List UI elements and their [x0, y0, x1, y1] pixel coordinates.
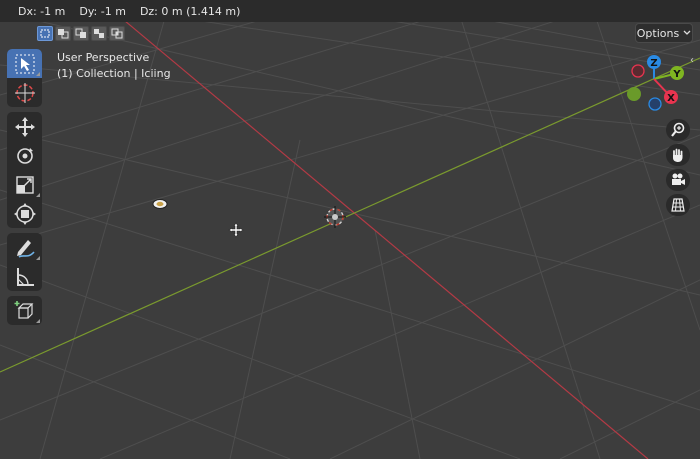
selection-mode-group[interactable]	[37, 26, 125, 41]
select-invert-icon[interactable]	[91, 26, 107, 41]
zoom-icon	[671, 122, 685, 137]
annotate-tool[interactable]	[7, 233, 42, 262]
select-extend-icon[interactable]	[55, 26, 71, 41]
delta-y-readout: Dy: -1 m	[79, 4, 126, 18]
svg-text:X: X	[667, 93, 675, 104]
z-axis-handle[interactable]: Z	[647, 55, 661, 69]
options-dropdown[interactable]: Options	[635, 23, 693, 43]
svg-text:Y: Y	[672, 69, 681, 80]
delta-z-readout: Dz: 0 m (1.414 m)	[139, 4, 241, 18]
transform-header: Dx: -1 m Dy: -1 m Dz: 0 m (1.414 m)	[0, 0, 700, 22]
add-cube-tool[interactable]	[7, 296, 42, 325]
y-axis-handle[interactable]: Y	[670, 66, 684, 80]
3d-cursor-icon[interactable]	[323, 205, 347, 229]
viewport-nav-buttons	[666, 119, 690, 219]
collection-label: (1) Collection | Iciing	[57, 67, 171, 80]
options-label: Options	[636, 26, 680, 40]
chevron-down-icon	[683, 30, 691, 35]
measure-tool[interactable]	[7, 262, 42, 291]
move-cursor-icon	[228, 222, 244, 238]
scale-tool[interactable]	[7, 170, 42, 199]
tool-shelf	[7, 49, 42, 330]
y-axis-line	[0, 57, 700, 373]
select-new-icon[interactable]	[37, 26, 53, 41]
grid-ortho-icon	[671, 198, 685, 212]
select-box-tool[interactable]	[7, 49, 42, 78]
rotate-tool[interactable]	[7, 141, 42, 170]
select-intersect-icon[interactable]	[109, 26, 125, 41]
3d-viewport[interactable]: Dx: -1 m Dy: -1 m Dz: 0 m (1.414 m) Opti…	[0, 0, 700, 459]
move-tool[interactable]	[7, 112, 42, 141]
navigation-gizmo[interactable]: Z Y X	[622, 52, 692, 116]
select-subtract-icon[interactable]	[73, 26, 89, 41]
add-cube-icon	[14, 300, 33, 319]
view-name-label: User Perspective	[57, 51, 150, 64]
hand-pan-icon	[673, 148, 683, 162]
select-box-icon	[15, 54, 34, 73]
neg-x-handle[interactable]	[631, 64, 645, 78]
transform-icon	[13, 202, 36, 225]
scale-icon	[15, 175, 34, 194]
delta-x-readout: Dx: -1 m	[18, 4, 66, 18]
pan-button[interactable]	[666, 144, 690, 166]
x-axis-handle[interactable]: X	[664, 90, 678, 104]
rotate-icon	[16, 147, 33, 164]
transform-tool[interactable]	[7, 199, 42, 228]
neg-z-handle[interactable]	[648, 97, 662, 111]
x-axis-line	[99, 0, 649, 459]
camera-view-button[interactable]	[666, 169, 690, 191]
annotate-icon	[16, 239, 35, 258]
move-icon	[14, 116, 35, 137]
zoom-button[interactable]	[666, 119, 690, 141]
cursor-tool[interactable]	[7, 78, 42, 107]
svg-text:Z: Z	[650, 58, 657, 69]
camera-icon	[672, 173, 685, 185]
measure-icon	[16, 267, 34, 286]
cursor-icon	[14, 82, 35, 103]
ortho-toggle-button[interactable]	[666, 194, 690, 216]
neg-y-handle[interactable]	[627, 87, 641, 101]
viewport-info: User Perspective (1) Collection | Iciing	[57, 50, 171, 82]
object-marker[interactable]	[151, 197, 169, 211]
